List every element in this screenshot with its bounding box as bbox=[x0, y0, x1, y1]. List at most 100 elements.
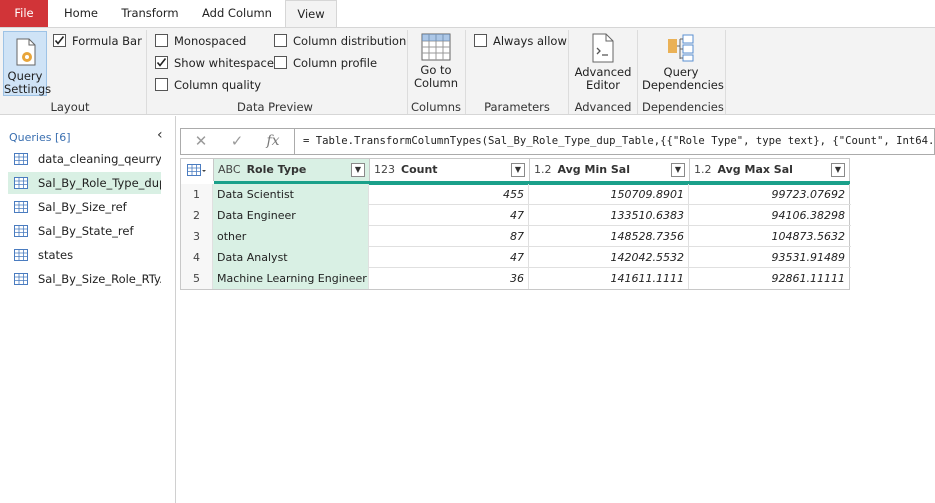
cell-role-type[interactable]: Data Analyst bbox=[213, 247, 369, 268]
cell-count[interactable]: 87 bbox=[369, 226, 529, 247]
column-header-avg-max-sal[interactable]: 1.2 Avg Max Sal ▼ bbox=[690, 159, 850, 181]
filter-dropdown-icon[interactable]: ▼ bbox=[831, 163, 845, 177]
query-dependencies-button[interactable]: Query Dependencies bbox=[642, 33, 724, 92]
checkbox-checked-icon bbox=[53, 34, 66, 47]
table-row: 1 Data Scientist 455 150709.8901 99723.0… bbox=[181, 184, 851, 205]
queries-pane: Queries [6] ‹ data_cleaning_qeurry Sal_B… bbox=[0, 116, 176, 503]
row-index[interactable]: 5 bbox=[181, 268, 213, 289]
column-header-avg-min-sal[interactable]: 1.2 Avg Min Sal ▼ bbox=[530, 159, 690, 181]
ribbon-divider bbox=[146, 30, 147, 114]
column-distribution-label: Column distribution bbox=[293, 34, 407, 48]
table-menu-icon[interactable] bbox=[181, 159, 214, 181]
checkbox-checked-icon bbox=[155, 56, 168, 69]
tab-transform[interactable]: Transform bbox=[114, 0, 186, 27]
row-index[interactable]: 3 bbox=[181, 226, 213, 247]
column-header-label: Avg Min Sal bbox=[557, 163, 631, 176]
cell-role-type[interactable]: other bbox=[213, 226, 369, 247]
table-grid-icon bbox=[421, 33, 451, 61]
row-index[interactable]: 4 bbox=[181, 247, 213, 268]
formula-bar-label: Formula Bar bbox=[72, 34, 142, 48]
query-item-selected[interactable]: Sal_By_Role_Type_dup bbox=[8, 172, 161, 194]
row-index[interactable]: 2 bbox=[181, 205, 213, 226]
table-icon bbox=[14, 273, 28, 285]
monospaced-label: Monospaced bbox=[174, 34, 247, 48]
column-header-label: Avg Max Sal bbox=[717, 163, 793, 176]
cell-avg-max-sal[interactable]: 104873.5632 bbox=[689, 226, 849, 247]
filter-dropdown-icon[interactable]: ▼ bbox=[671, 163, 685, 177]
tab-file[interactable]: File bbox=[0, 0, 48, 27]
function-fx-icon[interactable]: fx bbox=[255, 129, 291, 154]
cell-role-type[interactable]: Data Scientist bbox=[213, 184, 369, 205]
cell-role-type[interactable]: Machine Learning Engineer bbox=[213, 268, 369, 289]
cell-avg-min-sal[interactable]: 133510.6383 bbox=[529, 205, 689, 226]
row-index[interactable]: 1 bbox=[181, 184, 213, 205]
cancel-icon[interactable]: ✕ bbox=[183, 129, 219, 154]
cell-role-type[interactable]: Data Engineer bbox=[213, 205, 369, 226]
group-label-data-preview: Data Preview bbox=[237, 100, 313, 114]
collapse-chevron-left-icon[interactable]: ‹ bbox=[157, 127, 163, 143]
cell-avg-max-sal[interactable]: 99723.07692 bbox=[689, 184, 849, 205]
checkbox-empty-icon bbox=[474, 34, 487, 47]
filter-dropdown-icon[interactable]: ▼ bbox=[351, 163, 365, 177]
group-label-parameters: Parameters bbox=[484, 100, 550, 114]
queries-header: Queries [6] bbox=[9, 131, 71, 144]
confirm-icon[interactable]: ✓ bbox=[219, 129, 255, 154]
cell-count[interactable]: 455 bbox=[369, 184, 529, 205]
query-item[interactable]: Sal_By_State_ref bbox=[8, 220, 161, 242]
table-icon bbox=[14, 153, 28, 165]
cell-avg-min-sal[interactable]: 141611.1111 bbox=[529, 268, 689, 289]
cell-avg-max-sal[interactable]: 94106.38298 bbox=[689, 205, 849, 226]
integer-type-icon: 123 bbox=[374, 163, 395, 176]
table-row: 3 other 87 148528.7356 104873.5632 bbox=[181, 226, 851, 247]
cell-avg-min-sal[interactable]: 150709.8901 bbox=[529, 184, 689, 205]
tab-view[interactable]: View bbox=[285, 0, 337, 27]
filter-dropdown-icon[interactable]: ▼ bbox=[511, 163, 525, 177]
query-item-label: states bbox=[38, 248, 74, 262]
cell-avg-min-sal[interactable]: 148528.7356 bbox=[529, 226, 689, 247]
column-header-count[interactable]: 123 Count ▼ bbox=[370, 159, 530, 181]
grid-body: 1 Data Scientist 455 150709.8901 99723.0… bbox=[180, 184, 851, 290]
cell-avg-max-sal[interactable]: 93531.91489 bbox=[689, 247, 849, 268]
advanced-editor-icon bbox=[592, 33, 614, 63]
checkbox-empty-icon bbox=[155, 34, 168, 47]
query-item-label: Sal_By_Size_ref bbox=[38, 200, 127, 214]
cell-avg-min-sal[interactable]: 142042.5532 bbox=[529, 247, 689, 268]
query-dependencies-label-2: Dependencies bbox=[642, 78, 724, 92]
query-dependencies-icon bbox=[668, 34, 694, 62]
group-label-columns: Columns bbox=[410, 100, 462, 114]
ribbon-tabs: File Home Transform Add Column View bbox=[0, 0, 935, 27]
go-to-column-label-2: Column bbox=[413, 76, 459, 90]
query-item[interactable]: data_cleaning_qeurry bbox=[8, 148, 161, 170]
cell-count[interactable]: 47 bbox=[369, 205, 529, 226]
formula-input[interactable]: = Table.TransformColumnTypes(Sal_By_Role… bbox=[294, 129, 934, 154]
checkbox-empty-icon bbox=[155, 78, 168, 91]
ribbon-divider bbox=[568, 30, 569, 114]
group-label-dependencies: Dependencies bbox=[642, 100, 724, 114]
cell-count[interactable]: 47 bbox=[369, 247, 529, 268]
query-item-label: data_cleaning_qeurry bbox=[38, 152, 161, 166]
cell-avg-max-sal[interactable]: 92861.11111 bbox=[689, 268, 849, 289]
ribbon-view: Query Settings Formula Bar Layout Monosp… bbox=[0, 27, 935, 115]
query-item[interactable]: Sal_By_Size_ref bbox=[8, 196, 161, 218]
query-settings-button[interactable]: Query Settings bbox=[3, 31, 51, 96]
advanced-editor-label-2: Editor bbox=[585, 78, 621, 92]
group-label-advanced: Advanced bbox=[574, 100, 632, 114]
grid-header-row: ABC Role Type ▼ 123 Count ▼ 1.2 Avg Min Sal… bbox=[180, 158, 850, 185]
ribbon-divider bbox=[637, 30, 638, 114]
table-row: 5 Machine Learning Engineer 36 141611.11… bbox=[181, 268, 851, 289]
table-icon bbox=[14, 177, 28, 189]
column-header-role-type[interactable]: ABC Role Type ▼ bbox=[214, 159, 370, 181]
query-item[interactable]: Sal_By_Size_Role_RTy... bbox=[8, 268, 161, 290]
query-item-label: Sal_By_Role_Type_dup bbox=[38, 176, 161, 190]
advanced-editor-button[interactable]: Advanced Editor bbox=[573, 33, 633, 92]
query-item-label: Sal_By_State_ref bbox=[38, 224, 134, 238]
column-header-label: Count bbox=[401, 163, 438, 176]
tab-add-column[interactable]: Add Column bbox=[194, 0, 280, 27]
tab-home[interactable]: Home bbox=[56, 0, 106, 27]
cell-count[interactable]: 36 bbox=[369, 268, 529, 289]
query-item[interactable]: states bbox=[8, 244, 161, 266]
table-icon bbox=[14, 225, 28, 237]
go-to-column-button[interactable]: Go to Column bbox=[412, 33, 460, 90]
table-row: 2 Data Engineer 47 133510.6383 94106.382… bbox=[181, 205, 851, 226]
ribbon-divider bbox=[407, 30, 408, 114]
